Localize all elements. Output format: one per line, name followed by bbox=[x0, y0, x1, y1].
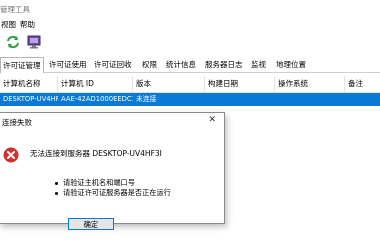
column-os[interactable]: 操作系统 bbox=[275, 76, 345, 92]
dialog-title: 连接失败 bbox=[2, 118, 32, 127]
hint-list: 请验证主机名和端口号 请验证许可证服务器是否正在运行 bbox=[55, 178, 171, 198]
tab-geolocation[interactable]: 地理位置 bbox=[274, 59, 308, 71]
refresh-icon[interactable] bbox=[5, 34, 21, 50]
cell-computer-id: AAE-42AD1000EEDC12 bbox=[61, 95, 133, 103]
dialog-message: 无法连接到服务器 DESKTOP-UV4HF3I bbox=[30, 149, 162, 158]
error-icon bbox=[3, 147, 19, 163]
menu-bar: 视图 帮助 bbox=[0, 18, 380, 30]
tab-license-usage[interactable]: 许可证使用 bbox=[47, 59, 89, 71]
cell-notes bbox=[345, 93, 380, 106]
hint-item: 请验证许可证服务器是否正在运行 bbox=[55, 188, 171, 198]
cell-build-date bbox=[205, 93, 275, 106]
cell-computer-name: DESKTOP-UV4HF3I bbox=[3, 95, 58, 103]
cell-os bbox=[275, 93, 345, 106]
window-title: 管理工具 bbox=[0, 5, 30, 14]
menu-help[interactable]: 帮助 bbox=[20, 19, 35, 30]
table-row[interactable]: DESKTOP-UV4HF3I AAE-42AD1000EEDC12 未连接 bbox=[0, 93, 380, 106]
dialog-body: 无法连接到服务器 DESKTOP-UV4HF3I 请验证主机名和端口号 请验证许… bbox=[0, 130, 224, 230]
tab-strip: 许可证管理 许可证使用 许可证回收 权限 统计信息 服务器日志 监视 地理位置 bbox=[0, 57, 380, 73]
cell-version: 未连接 bbox=[136, 95, 157, 103]
tab-license-management[interactable]: 许可证管理 bbox=[0, 57, 44, 73]
column-version[interactable]: 版本 bbox=[133, 76, 205, 92]
column-computer-name[interactable]: 计算机名称 bbox=[0, 76, 58, 92]
ok-button[interactable]: 确定 bbox=[68, 218, 114, 230]
tab-license-recovery[interactable]: 许可证回收 bbox=[92, 59, 134, 71]
monitor-icon[interactable] bbox=[26, 34, 42, 50]
menu-view[interactable]: 视图 bbox=[1, 19, 16, 30]
close-icon[interactable]: ✕ bbox=[208, 115, 216, 125]
column-computer-id[interactable]: 计算机 ID bbox=[58, 76, 133, 92]
connection-error-dialog: 连接失败 ✕ 无法连接到服务器 DESKTOP-UV4HF3I 请验证主机名和端… bbox=[0, 112, 225, 230]
table-header: 计算机名称 计算机 ID 版本 构建日期 操作系统 备注 bbox=[0, 76, 380, 93]
column-build-date[interactable]: 构建日期 bbox=[205, 76, 275, 92]
hint-item: 请验证主机名和端口号 bbox=[55, 178, 171, 188]
column-notes[interactable]: 备注 bbox=[345, 76, 380, 92]
title-bar: 管理工具 bbox=[0, 0, 380, 17]
tab-statistics[interactable]: 统计信息 bbox=[164, 59, 198, 71]
toolbar bbox=[0, 31, 380, 55]
tab-permissions[interactable]: 权限 bbox=[140, 59, 159, 71]
dialog-title-bar: 连接失败 ✕ bbox=[0, 113, 224, 130]
tab-monitor[interactable]: 监视 bbox=[249, 59, 268, 71]
tab-server-log[interactable]: 服务器日志 bbox=[203, 59, 245, 71]
